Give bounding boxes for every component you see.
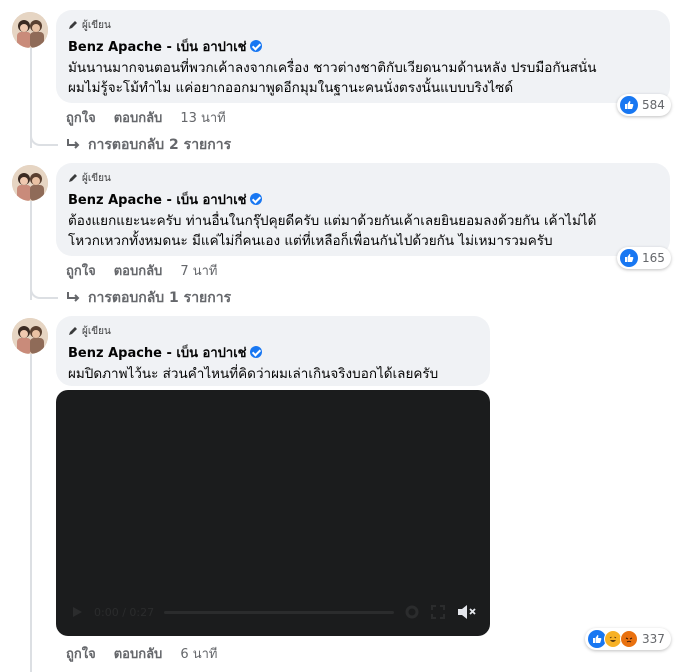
reaction-count: 584 bbox=[642, 98, 665, 112]
comment-time[interactable]: 7 นาที bbox=[180, 260, 217, 281]
verified-badge-icon bbox=[250, 40, 263, 52]
author-badge-label: ผู้เขียน bbox=[82, 19, 111, 31]
author-badge: ผู้เขียน bbox=[68, 324, 478, 338]
comment-bubble: ผู้เขียน Benz Apache - เบ็น อาปาเช่ ต้อง… bbox=[56, 163, 670, 256]
comment-text: ต้องแยกแยะนะครับ ท่านอื่นในกรุ๊ปคุยดีครั… bbox=[68, 211, 658, 251]
thread-connector bbox=[30, 130, 58, 146]
comment-line: มันนานมากจนตอนที่พวกเค้าลงจากเครื่อง ชาว… bbox=[68, 60, 597, 76]
comment-actions: ถูกใจ ตอบกลับ 13 นาที bbox=[66, 107, 226, 128]
reaction-count: 165 bbox=[642, 251, 665, 265]
fullscreen-icon[interactable] bbox=[430, 604, 446, 620]
comment-bubble: ผู้เขียน Benz Apache - เบ็น อาปาเช่ มันน… bbox=[56, 10, 670, 103]
video-time: 0:00 / 0:27 bbox=[94, 605, 155, 619]
reply-button[interactable]: ตอบกลับ bbox=[114, 643, 163, 664]
reaction-summary[interactable]: 337 bbox=[585, 628, 671, 650]
comment-text: ผมปิดภาพไว้นะ ส่วนคำไหนที่คิดว่าผมเล่าเก… bbox=[68, 364, 478, 384]
video-player[interactable]: 0:00 / 0:27 bbox=[56, 390, 490, 636]
video-controls: 0:00 / 0:27 bbox=[56, 600, 490, 624]
avatar-image bbox=[12, 165, 48, 201]
avatar[interactable] bbox=[12, 12, 48, 48]
reply-button[interactable]: ตอบกลับ bbox=[114, 260, 163, 281]
author-badge: ผู้เขียน bbox=[68, 18, 658, 32]
author-badge-label: ผู้เขียน bbox=[82, 172, 111, 184]
author-name[interactable]: Benz Apache - เบ็น อาปาเช่ bbox=[68, 189, 246, 210]
verified-badge-icon bbox=[250, 346, 263, 358]
pencil-icon bbox=[69, 21, 77, 29]
comment-line: ต้องแยกแยะนะครับ ท่านอื่นในกรุ๊ปคุยดีครั… bbox=[68, 213, 597, 229]
comment-actions: ถูกใจ ตอบกลับ 6 นาที bbox=[66, 643, 217, 664]
view-replies-link[interactable]: การตอบกลับ 2 รายการ bbox=[66, 134, 231, 156]
avatar-image bbox=[12, 318, 48, 354]
comment-line: ผมปิดภาพไว้นะ ส่วนคำไหนที่คิดว่าผมเล่าเก… bbox=[68, 366, 439, 382]
reply-arrow-icon bbox=[67, 292, 80, 302]
pencil-icon bbox=[69, 174, 77, 182]
avatar[interactable] bbox=[12, 318, 48, 354]
pencil-icon bbox=[69, 327, 77, 335]
author-badge: ผู้เขียน bbox=[68, 171, 658, 185]
author-badge-label: ผู้เขียน bbox=[82, 325, 111, 337]
comment-bubble: ผู้เขียน Benz Apache - เบ็น อาปาเช่ ผมปิ… bbox=[56, 316, 490, 386]
author-name[interactable]: Benz Apache - เบ็น อาปาเช่ bbox=[68, 36, 246, 57]
thread-line bbox=[30, 354, 32, 672]
view-replies-label: การตอบกลับ 1 รายการ bbox=[88, 290, 232, 306]
comment-actions: ถูกใจ ตอบกลับ 7 นาที bbox=[66, 260, 217, 281]
comment-line: โหวกเหวกทั้งหมดนะ มีแค่ไม่กี่คนเอง แต่ที… bbox=[68, 233, 553, 249]
view-replies-label: การตอบกลับ 2 รายการ bbox=[88, 137, 232, 153]
like-reaction-icon bbox=[620, 249, 638, 267]
like-button[interactable]: ถูกใจ bbox=[66, 260, 96, 281]
play-icon[interactable] bbox=[70, 605, 84, 619]
avatar[interactable] bbox=[12, 165, 48, 201]
comment-time[interactable]: 13 นาที bbox=[180, 107, 225, 128]
reaction-summary[interactable]: 584 bbox=[617, 94, 671, 116]
gear-icon[interactable] bbox=[404, 604, 420, 620]
author-name[interactable]: Benz Apache - เบ็น อาปาเช่ bbox=[68, 342, 246, 363]
like-button[interactable]: ถูกใจ bbox=[66, 643, 96, 664]
mute-icon[interactable] bbox=[456, 603, 476, 621]
view-replies-link[interactable]: การตอบกลับ 1 รายการ bbox=[66, 287, 231, 309]
avatar-image bbox=[12, 12, 48, 48]
reaction-summary[interactable]: 165 bbox=[617, 247, 671, 269]
reply-arrow-icon bbox=[67, 139, 80, 149]
comment-text: มันนานมากจนตอนที่พวกเค้าลงจากเครื่อง ชาว… bbox=[68, 58, 658, 98]
reply-button[interactable]: ตอบกลับ bbox=[114, 107, 163, 128]
comment-time[interactable]: 6 นาที bbox=[180, 643, 217, 664]
like-reaction-icon bbox=[620, 96, 638, 114]
reaction-count: 337 bbox=[642, 632, 665, 646]
video-progress-bar[interactable] bbox=[164, 610, 394, 614]
thread-connector bbox=[30, 283, 58, 299]
comment-line: ผมไม่รู้จะโม้ทำไม แค่อยากออกมาพูดอีกมุมใ… bbox=[68, 80, 514, 96]
verified-badge-icon bbox=[250, 193, 263, 205]
like-button[interactable]: ถูกใจ bbox=[66, 107, 96, 128]
angry-reaction-icon bbox=[620, 630, 638, 648]
